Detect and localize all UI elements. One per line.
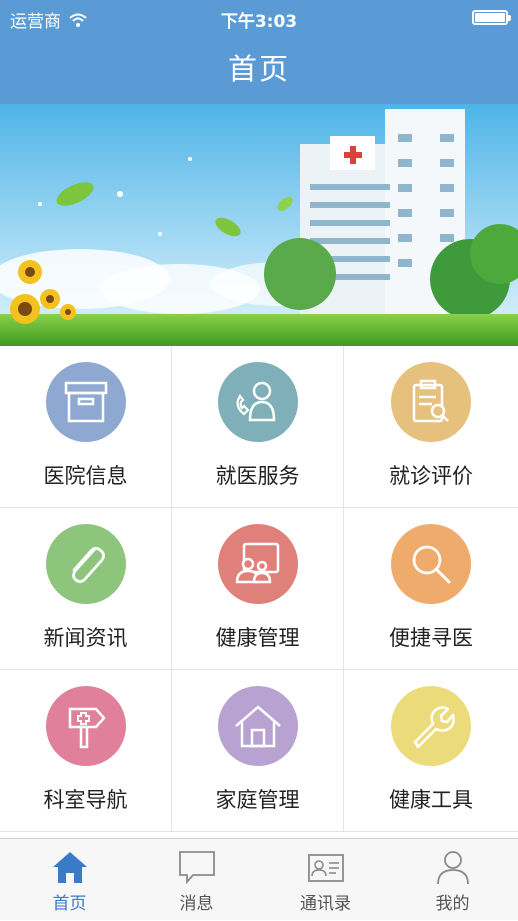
grid-item-news[interactable]: 新闻资讯 xyxy=(0,508,172,670)
phone-person-icon xyxy=(217,362,298,442)
grid-item-department-navigation[interactable]: 科室导航 xyxy=(0,670,172,832)
house-icon xyxy=(217,686,298,766)
function-grid: 医院信息 就医服务 就诊评价 新闻资讯 健康管理 便捷寻医 科室导航 家庭管理 … xyxy=(0,346,518,832)
status-time: 下午3:03 xyxy=(220,12,298,32)
tab-label: 消息 xyxy=(179,894,214,914)
tab-contacts[interactable]: 通讯录 xyxy=(261,839,390,921)
grid-item-label: 就诊评价 xyxy=(389,464,473,488)
user-icon xyxy=(436,851,469,885)
message-icon xyxy=(178,851,215,885)
status-bar: 运营商 下午3:03 xyxy=(0,0,518,36)
grid-item-label: 科室导航 xyxy=(43,788,128,812)
grid-item-health-tools[interactable]: 健康工具 xyxy=(344,670,518,832)
home-icon xyxy=(52,852,87,883)
grid-item-label: 家庭管理 xyxy=(215,788,300,812)
hospital-banner-image[interactable] xyxy=(0,104,518,346)
tab-me[interactable]: 我的 xyxy=(388,839,517,921)
grid-item-hospital-info[interactable]: 医院信息 xyxy=(0,346,172,508)
grid-item-label: 就医服务 xyxy=(215,464,300,488)
clipboard-search-icon xyxy=(391,362,471,442)
grid-item-find-doctor[interactable]: 便捷寻医 xyxy=(344,508,518,670)
wrench-icon xyxy=(391,686,471,766)
magnifier-icon xyxy=(391,524,471,604)
grid-item-health-management[interactable]: 健康管理 xyxy=(172,508,344,670)
grid-item-family-management[interactable]: 家庭管理 xyxy=(172,670,344,832)
grid-item-label: 便捷寻医 xyxy=(389,626,473,650)
signpost-cross-icon xyxy=(45,686,126,766)
page-title: 首页 xyxy=(227,52,290,86)
tab-label: 首页 xyxy=(52,894,87,914)
top-bar: 运营商 下午3:03 首页 xyxy=(0,0,518,104)
tab-home[interactable]: 首页 xyxy=(5,839,134,921)
grid-item-label: 新闻资讯 xyxy=(43,626,128,650)
grid-item-label: 健康工具 xyxy=(389,788,473,812)
paperclip-icon xyxy=(45,524,126,604)
tab-label: 通讯录 xyxy=(300,894,351,914)
people-board-icon xyxy=(217,524,298,604)
archive-box-icon xyxy=(45,362,126,442)
grid-item-label: 医院信息 xyxy=(43,464,128,488)
contacts-card-icon xyxy=(307,854,344,882)
grid-item-visit-review[interactable]: 就诊评价 xyxy=(344,346,518,508)
grid-item-medical-service[interactable]: 就医服务 xyxy=(172,346,344,508)
battery-icon xyxy=(472,10,511,25)
grid-item-label: 健康管理 xyxy=(215,626,300,650)
tab-bar: 首页 消息 通讯录 我的 xyxy=(0,838,518,920)
tab-label: 我的 xyxy=(435,894,470,914)
tab-messages[interactable]: 消息 xyxy=(132,839,261,921)
